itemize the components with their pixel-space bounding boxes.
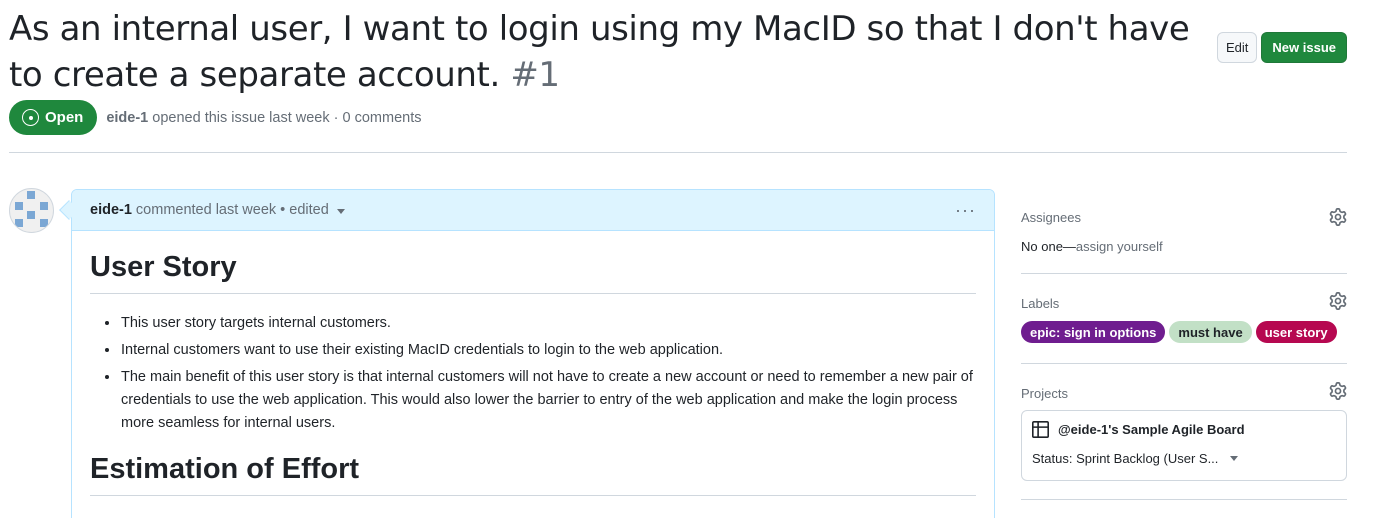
chevron-down-icon[interactable] xyxy=(336,209,345,214)
label-must-have[interactable]: must have xyxy=(1169,321,1252,343)
project-status[interactable]: Status: Sprint Backlog (User S... xyxy=(1032,451,1336,466)
no-assignee-text: No one— xyxy=(1021,239,1076,254)
table-icon xyxy=(1032,421,1049,438)
labels-section: Labels epic: sign in options must have u… xyxy=(1021,274,1347,364)
header-actions: Edit New issue xyxy=(1217,32,1347,63)
gear-icon[interactable] xyxy=(1329,382,1347,400)
project-card[interactable]: @eide-1's Sample Agile Board Status: Spr… xyxy=(1021,410,1347,481)
assignees-heading: Assignees xyxy=(1021,210,1081,225)
comment-meta[interactable]: commented last week • edited xyxy=(136,202,329,218)
comment-header: eide-1 commented last week • edited ··· xyxy=(72,190,994,231)
status-badge-label: Open xyxy=(45,109,84,126)
new-issue-button[interactable]: New issue xyxy=(1261,32,1347,63)
comment-author-link[interactable]: eide-1 xyxy=(90,202,132,218)
comment-box: eide-1 commented last week • edited ··· … xyxy=(71,189,995,518)
edit-button[interactable]: Edit xyxy=(1217,32,1258,63)
projects-heading: Projects xyxy=(1021,386,1068,401)
issue-author-link[interactable]: eide-1 xyxy=(106,110,148,126)
issue-title-text: As an internal user, I want to login usi… xyxy=(9,9,1190,95)
issue-meta-text: eide-1 opened this issue last week · 0 c… xyxy=(106,110,421,126)
label-list: epic: sign in options must have user sto… xyxy=(1021,321,1347,343)
heading-estimation: Estimation of Effort xyxy=(90,451,976,496)
labels-heading: Labels xyxy=(1021,296,1060,311)
issue-meta: Open eide-1 opened this issue last week … xyxy=(9,100,421,135)
kebab-menu-icon[interactable]: ··· xyxy=(955,201,976,219)
chevron-down-icon[interactable] xyxy=(1230,456,1239,461)
list-item: The main benefit of this user story is t… xyxy=(120,366,976,435)
label-user-story[interactable]: user story xyxy=(1255,321,1337,343)
project-status-value: Status: Sprint Backlog (User S... xyxy=(1032,451,1219,466)
avatar[interactable] xyxy=(9,188,54,233)
list-item: Internal customers want to use their exi… xyxy=(120,339,976,362)
assignees-value: No one—assign yourself xyxy=(1021,239,1347,254)
issue-title: As an internal user, I want to login usi… xyxy=(9,6,1199,98)
project-board-name[interactable]: @eide-1's Sample Agile Board xyxy=(1058,422,1245,437)
comment-body: User Story This user story targets inter… xyxy=(72,231,994,496)
issue-meta-suffix: opened this issue last week · 0 comments xyxy=(152,109,422,126)
issue-sidebar: Assignees No one—assign yourself Labels … xyxy=(1021,200,1347,500)
list-item: This user story targets internal custome… xyxy=(120,312,976,335)
issue-open-icon xyxy=(22,109,39,126)
gear-icon[interactable] xyxy=(1329,292,1347,310)
issue-number: #1 xyxy=(510,55,560,95)
status-badge: Open xyxy=(9,100,98,135)
heading-user-story: User Story xyxy=(90,249,976,294)
projects-section: Projects @eide-1's Sample Agile Board St… xyxy=(1021,364,1347,500)
user-story-list: This user story targets internal custome… xyxy=(120,312,976,435)
assign-yourself-link[interactable]: assign yourself xyxy=(1076,239,1163,254)
label-epic-sign-in-options[interactable]: epic: sign in options xyxy=(1021,321,1166,343)
project-title-row: @eide-1's Sample Agile Board xyxy=(1032,421,1336,438)
assignees-section: Assignees No one—assign yourself xyxy=(1021,200,1347,274)
gear-icon[interactable] xyxy=(1329,208,1347,226)
header-divider xyxy=(9,152,1347,153)
